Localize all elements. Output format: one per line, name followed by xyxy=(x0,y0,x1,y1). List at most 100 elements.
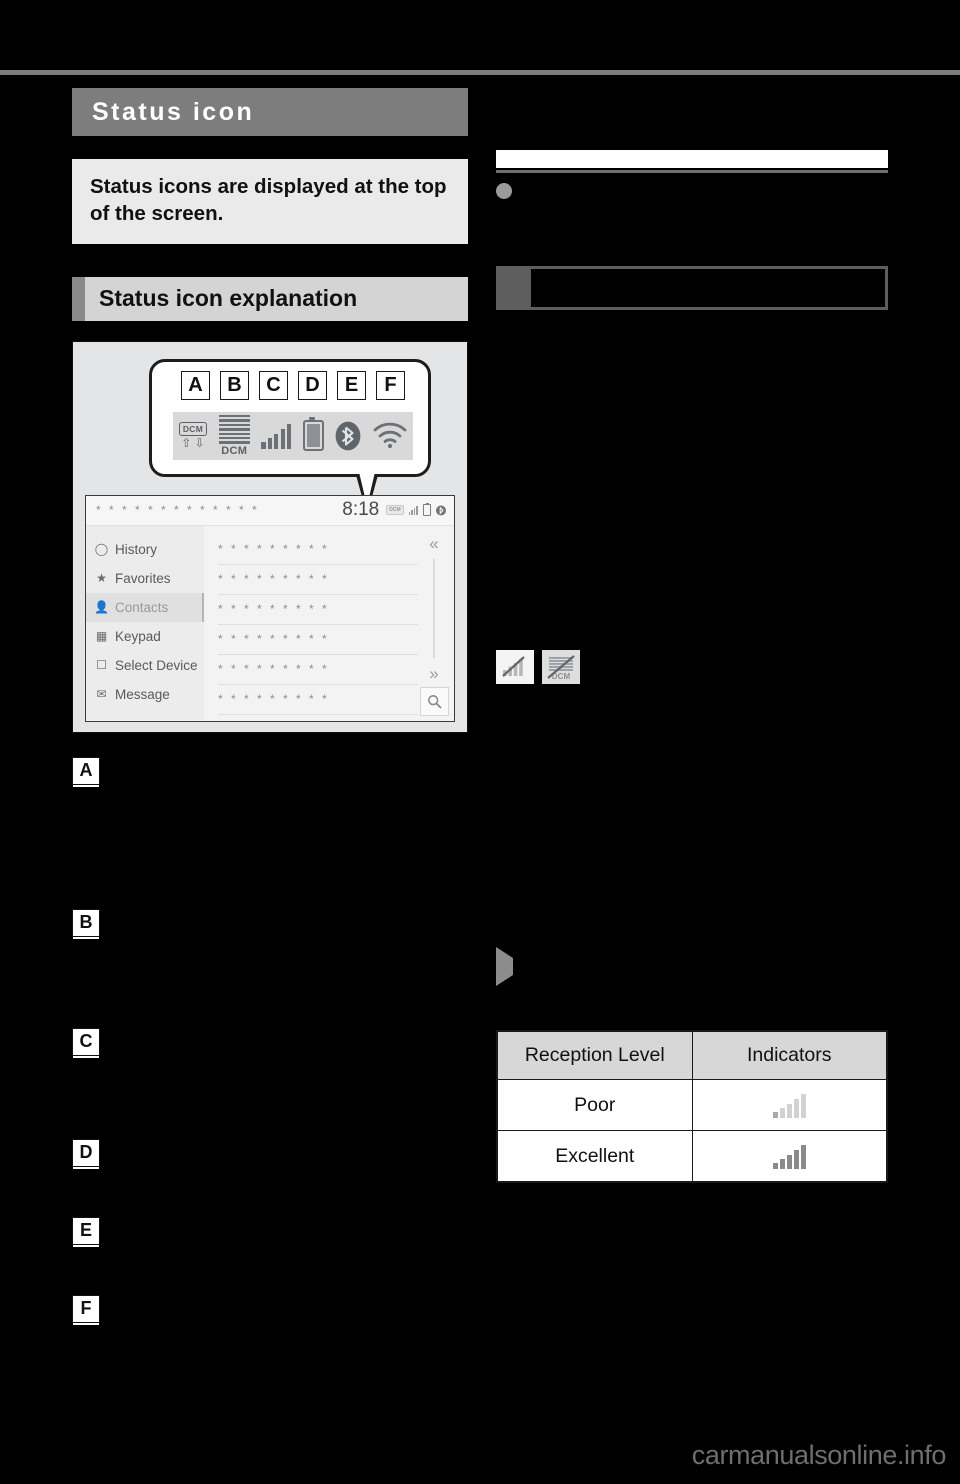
signal-bars-excellent-icon xyxy=(697,1143,883,1169)
table-header-row: Reception Level Indicators xyxy=(496,1030,888,1080)
list-item[interactable]: * * * * * * * * * xyxy=(218,565,418,595)
right-column: DCM Reception Level Indicators Poor Exce… xyxy=(496,150,888,1183)
intro-box: Status icons are displayed at the top of… xyxy=(72,159,468,244)
legend-entry-d: D xyxy=(72,1138,468,1217)
footer-watermark: carmanualsonline.info xyxy=(691,1439,947,1470)
table-header-indicators: Indicators xyxy=(691,1030,888,1080)
list-item[interactable]: * * * * * * * * * xyxy=(218,595,418,625)
scroll-track[interactable] xyxy=(433,558,435,658)
sidebar-item-select-device[interactable]: ☐ Select Device xyxy=(86,651,204,680)
callout-icon-strip: DCM ⇧ ⇩ DCM xyxy=(173,411,413,460)
right-column-top-band xyxy=(496,150,888,168)
table-cell-indicator-excellent xyxy=(691,1130,888,1183)
screen-battery-icon xyxy=(423,502,431,517)
reception-level-table: Reception Level Indicators Poor Excellen… xyxy=(496,1030,888,1183)
page-title: Status icon xyxy=(92,97,255,126)
search-icon[interactable] xyxy=(419,686,449,716)
no-signal-icon-row: DCM xyxy=(496,650,580,684)
legend-marker-a: A xyxy=(72,756,100,785)
page-footer: carmanualsonline.info xyxy=(0,1426,960,1484)
dcm-transfer-icon: DCM ⇧ ⇩ xyxy=(178,422,208,451)
table-header-reception-level: Reception Level xyxy=(496,1030,693,1080)
dcm-signal-lines xyxy=(218,415,250,444)
sidebar-item-label: Message xyxy=(115,686,170,702)
person-icon: 👤 xyxy=(94,600,109,615)
manual-page: Status icon Status icons are displayed a… xyxy=(0,0,960,1484)
screen-bluetooth-icon xyxy=(436,505,446,516)
bullet-dot-icon xyxy=(496,183,512,199)
screen-signal-icon xyxy=(408,505,418,515)
legend-entry-a: A xyxy=(72,756,468,909)
section-header-tab xyxy=(72,276,85,321)
table-cell-level-poor: Poor xyxy=(496,1079,693,1131)
dcm-transfer-label: DCM xyxy=(178,422,208,437)
sidebar-item-history[interactable]: ◯ History xyxy=(86,535,204,564)
sidebar-item-contacts[interactable]: 👤 Contacts xyxy=(86,592,204,622)
bullet-note xyxy=(496,179,888,202)
subsection-triangle-marker xyxy=(496,947,513,986)
section-header-body: Status icon explanation xyxy=(85,276,468,321)
legend-entry-c: C xyxy=(72,1027,468,1139)
dcm-signal-icon: DCM xyxy=(218,415,250,457)
dcm-transfer-arrows: ⇧ ⇩ xyxy=(181,436,205,451)
callout-letter-d: D xyxy=(298,370,327,400)
list-item[interactable]: * * * * * * * * * xyxy=(218,535,418,565)
sidebar-item-keypad[interactable]: ▦ Keypad xyxy=(86,622,204,651)
callout-letter-b: B xyxy=(220,370,249,400)
chapter-title-bar: Status icon xyxy=(72,88,468,136)
screen-title-placeholder: * * * * * * * * * * * * * xyxy=(96,503,260,518)
clock-icon: ◯ xyxy=(94,542,109,557)
legend-marker-f: F xyxy=(72,1294,100,1323)
screen-scrollbar[interactable]: « » xyxy=(419,535,449,716)
screen-clock: 8:18 xyxy=(342,499,380,521)
list-item[interactable]: * * * * * * * * * xyxy=(218,655,418,685)
battery-icon xyxy=(302,417,324,452)
legend-entry-f: F xyxy=(72,1294,468,1335)
left-column: Status icon Status icons are displayed a… xyxy=(72,88,468,1335)
device-screen-mock: * * * * * * * * * * * * * 8:18 DCM ◯ His… xyxy=(85,494,455,722)
screen-dcm-icon: DCM xyxy=(386,505,404,516)
dcm-signal-label: DCM xyxy=(221,444,248,457)
callout-bubble: A B C D E F DCM ⇧ ⇩ DCM xyxy=(149,358,434,477)
table-row: Poor xyxy=(496,1079,888,1131)
sidebar-item-favorites[interactable]: ★ Favorites xyxy=(86,564,204,593)
scroll-down-icon[interactable]: » xyxy=(429,665,438,682)
callout-letter-f: F xyxy=(376,370,405,400)
legend-marker-d: D xyxy=(72,1138,100,1167)
star-icon: ★ xyxy=(96,571,107,586)
intro-text: Status icons are displayed at the top of… xyxy=(90,175,447,226)
cellular-signal-icon xyxy=(261,423,292,449)
screen-status-icons: DCM xyxy=(386,502,446,517)
screen-status-bar: * * * * * * * * * * * * * 8:18 DCM xyxy=(86,495,454,526)
legend-letter-list: A B C D E F xyxy=(72,756,468,1335)
no-cellular-signal-icon xyxy=(496,650,534,684)
table-cell-level-excellent: Excellent xyxy=(496,1130,693,1183)
right-section-header-tab xyxy=(499,269,531,307)
screen-body: ◯ History ★ Favorites 👤 Contacts ▦ Keypa… xyxy=(86,525,454,720)
callout-letter-c: C xyxy=(259,370,288,400)
list-item[interactable]: * * * * * * * * * xyxy=(218,625,418,655)
scroll-up-icon[interactable]: « xyxy=(429,535,438,552)
section-header-status-icon-explanation: Status icon explanation xyxy=(72,276,468,321)
callout-letter-a: A xyxy=(181,370,210,400)
no-dcm-signal-icon: DCM xyxy=(542,650,580,684)
envelope-icon: ✉ xyxy=(96,687,107,702)
right-section-header xyxy=(496,266,888,310)
sidebar-item-message[interactable]: ✉ Message xyxy=(86,680,204,709)
legend-marker-e: E xyxy=(72,1216,100,1245)
legend-marker-b: B xyxy=(72,908,100,937)
table-cell-indicator-poor xyxy=(691,1079,888,1131)
select-device-icon: ☐ xyxy=(96,658,107,673)
right-column-rule xyxy=(496,170,888,173)
sidebar-item-label: Contacts xyxy=(115,599,169,615)
callout-letter-row: A B C D E F xyxy=(152,370,434,400)
screen-sidebar: ◯ History ★ Favorites 👤 Contacts ▦ Keypa… xyxy=(86,525,204,720)
legend-marker-c: C xyxy=(72,1027,100,1056)
bullet-note-text xyxy=(520,179,888,202)
sidebar-item-label: Favorites xyxy=(115,570,171,586)
legend-entry-e: E xyxy=(72,1216,468,1295)
callout-letter-e: E xyxy=(337,370,366,400)
sidebar-item-label: Select Device xyxy=(115,657,198,673)
keypad-icon: ▦ xyxy=(95,629,108,644)
list-item[interactable]: * * * * * * * * * xyxy=(218,685,418,715)
